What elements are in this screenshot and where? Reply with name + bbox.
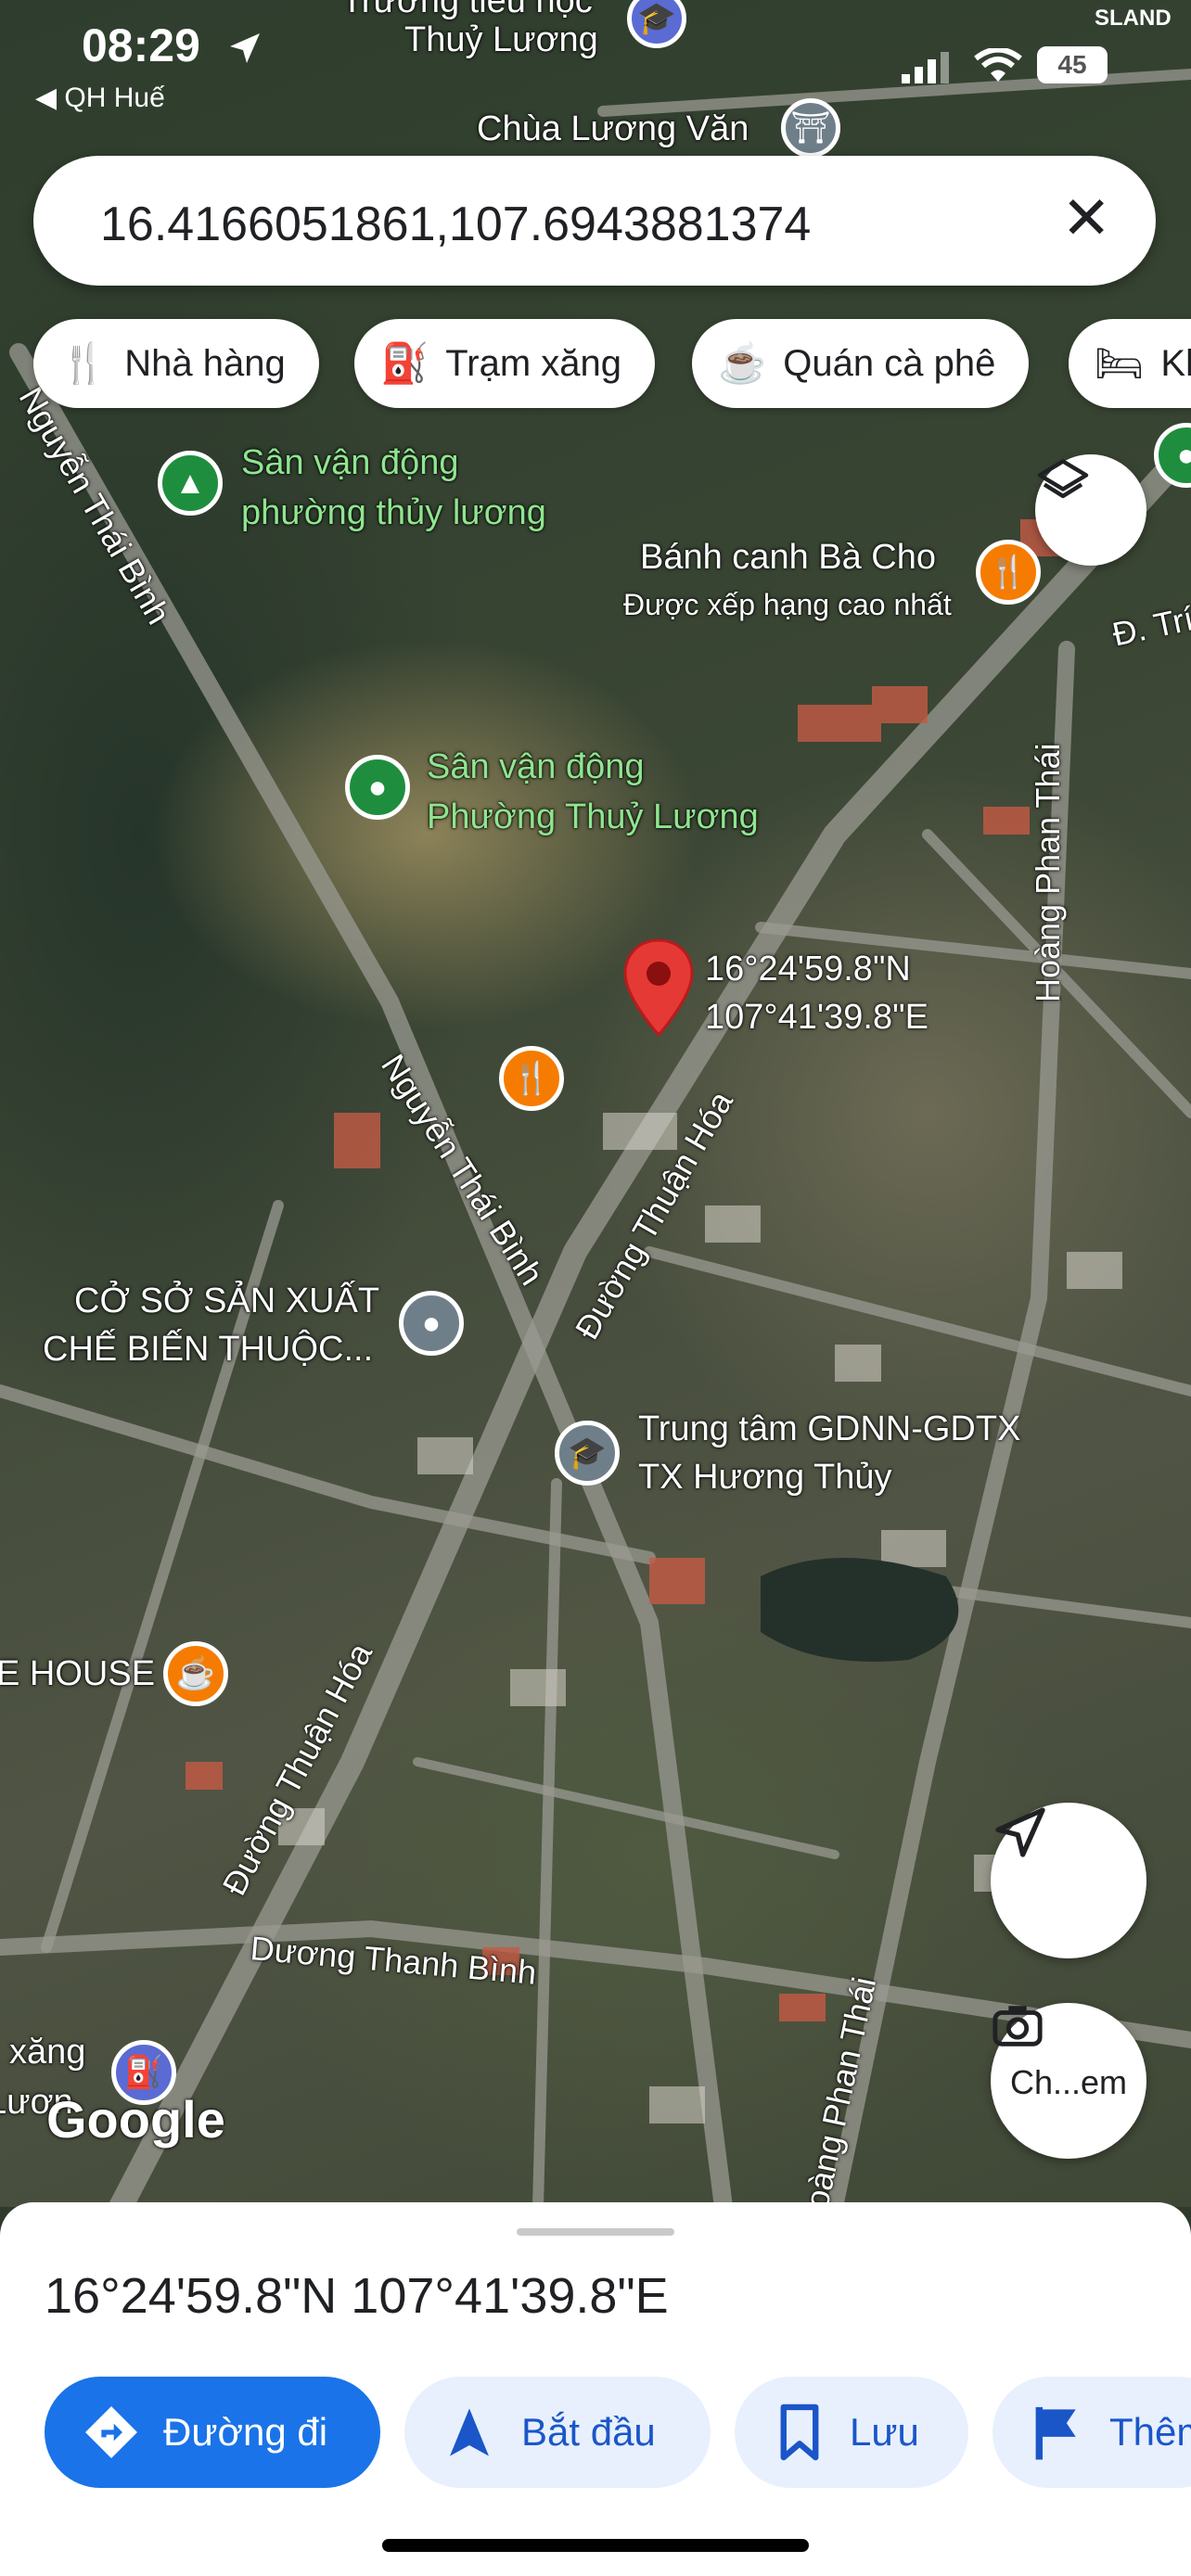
gas-station-icon: ⛽: [380, 340, 429, 385]
directions-button[interactable]: Đường đi: [45, 2377, 380, 2488]
stadium-label-1: Sân vận động: [241, 443, 459, 482]
save-button[interactable]: Lưu: [735, 2377, 968, 2488]
chip-label: Nhà hàng: [124, 342, 286, 384]
wifi-icon: [974, 48, 1022, 82]
clear-search-button[interactable]: ✕: [1061, 184, 1111, 253]
search-query[interactable]: 16.4166051861,107.6943881374: [100, 197, 811, 252]
directions-label: Đường đi: [163, 2410, 328, 2454]
flag-icon: [1035, 2406, 1076, 2460]
start-label: Bắt đầu: [521, 2410, 656, 2454]
google-logo: Google: [46, 2090, 225, 2149]
layers-icon: [1037, 459, 1089, 499]
training-label-2: TX Hương Thủy: [638, 1458, 892, 1497]
more-button[interactable]: Thêm: [992, 2377, 1191, 2488]
back-to-app-link[interactable]: ◀ QH Huế: [35, 82, 165, 114]
status-time: 08:29: [82, 19, 200, 71]
directions-icon: [85, 2406, 137, 2458]
sheet-drag-handle[interactable]: [517, 2228, 674, 2236]
bookmark-icon: [780, 2404, 819, 2461]
layers-button[interactable]: [1035, 454, 1146, 566]
restaurant-sublabel: Được xếp hạng cao nhất: [623, 588, 952, 621]
place-bottom-sheet[interactable]: 16°24'59.8"N 107°41'39.8"E Đường đi Bắt …: [0, 2202, 1191, 2576]
camera-icon: [992, 2006, 1043, 2047]
pin-latitude: 16°24'59.8"N: [705, 950, 911, 988]
my-location-button[interactable]: [991, 1803, 1146, 1958]
status-bar: 08:29 ◀ QH Huế SLAND 45: [0, 0, 1191, 139]
factory-label-2: CHẾ BIẾN THUỘC...: [43, 1330, 374, 1369]
search-bar[interactable]: 16.4166051861,107.6943881374 ✕: [33, 156, 1156, 286]
restaurant-label: Bánh canh Bà Cho: [640, 538, 937, 577]
start-button[interactable]: Bắt đầu: [404, 2377, 711, 2488]
park-icon[interactable]: ▲: [158, 451, 223, 516]
back-app-name: QH Huế: [64, 83, 165, 113]
home-indicator[interactable]: [382, 2539, 809, 2552]
factory-label: CỞ SỞ SẢN XUẤT: [74, 1282, 380, 1320]
chip-restaurants[interactable]: 🍴 Nhà hàng: [33, 319, 319, 408]
place-icon[interactable]: ●: [399, 1291, 464, 1356]
cafe-icon[interactable]: ☕: [163, 1641, 228, 1706]
school-icon-2[interactable]: 🎓: [555, 1421, 620, 1486]
location-arrow-icon: [230, 33, 260, 63]
chip-coffee[interactable]: ☕ Quán cà phê: [692, 319, 1030, 408]
signal-icon: [902, 52, 949, 83]
restaurant-icon: 🍴: [59, 340, 109, 385]
location-pin-icon[interactable]: [621, 937, 696, 1039]
stadium-icon[interactable]: ●: [345, 755, 410, 820]
restaurant-icon[interactable]: 🍴: [976, 540, 1041, 605]
coffee-icon: ☕: [718, 340, 767, 385]
camera-button[interactable]: Ch...em: [991, 2003, 1146, 2159]
chip-gas-stations[interactable]: ⛽ Trạm xăng: [354, 319, 655, 408]
cafe-label: E HOUSE: [0, 1654, 156, 1693]
more-label: Thêm: [1109, 2410, 1191, 2454]
restaurant-icon-2[interactable]: 🍴: [499, 1046, 564, 1111]
pin-longitude: 107°41'39.8"E: [705, 998, 928, 1037]
camera-label: Ch...em: [1009, 2063, 1128, 2101]
navigation-arrow-icon: [450, 2408, 489, 2456]
chip-label: Quán cà phê: [783, 342, 996, 384]
stadium-label-2b: Phường Thuỷ Lương: [427, 797, 759, 836]
chip-label: Trạm xăng: [445, 342, 621, 384]
navigation-icon: [995, 1807, 1045, 1857]
coordinates-title: 16°24'59.8"N 107°41'39.8"E: [45, 2268, 669, 2324]
battery-icon: 45: [1037, 46, 1108, 83]
stadium-label-2: Sân vận động: [427, 747, 645, 786]
brand-badge: SLAND: [1095, 6, 1172, 31]
gas-label: xăng: [9, 2033, 86, 2072]
hotel-icon: 🛏: [1095, 340, 1145, 385]
battery-level: 45: [1057, 50, 1087, 79]
save-label: Lưu: [850, 2410, 919, 2454]
chip-label: Kh: [1160, 342, 1191, 384]
road-label-hoang-phan-thai: Hoàng Phan Thái: [1029, 743, 1067, 1002]
stadium-label-1b: phường thủy lương: [241, 493, 546, 532]
chip-hotels[interactable]: 🛏 Kh: [1069, 319, 1191, 408]
training-label: Trung tâm GDNN-GDTX: [638, 1409, 1021, 1448]
